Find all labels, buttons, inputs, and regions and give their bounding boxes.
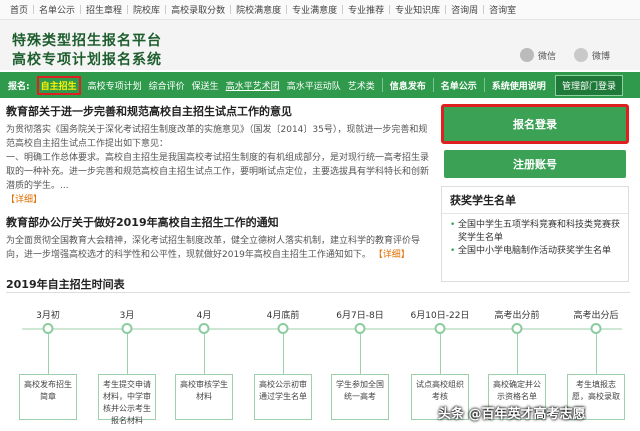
timeline-stem (517, 334, 518, 374)
news-title[interactable]: 教育部办公厅关于做好2019年高校自主招生工作的通知 (6, 215, 430, 231)
timeline-title: 2019年自主招生时间表 (6, 278, 125, 291)
timeline-dot (198, 323, 210, 334)
topnav-item[interactable]: 咨询周 (451, 3, 478, 16)
topnav-item[interactable]: 院校库 (133, 3, 160, 16)
timeline-step: 高校审核学生材料 (175, 374, 233, 420)
timeline-date: 3月 (119, 311, 135, 321)
timeline-date: 高考出分前 (494, 311, 540, 321)
nav-item-help[interactable]: 系统使用说明 (492, 79, 546, 92)
weixin-icon (520, 48, 534, 62)
timeline-date: 4月底前 (266, 311, 300, 321)
weixin-label: 微信 (538, 51, 557, 62)
news-more-link[interactable]: 【详细】 (6, 195, 42, 205)
timeline-dot (42, 323, 54, 334)
topnav-item[interactable]: 院校满意度 (236, 3, 281, 16)
timeline-stem (127, 334, 128, 374)
timeline-stem (283, 334, 284, 374)
top-nav: 首页 名单公示 招生章程 院校库 高校录取分数 院校满意度 专业满意度 专业推荐… (0, 0, 640, 20)
nav-item-info[interactable]: 信息发布 (390, 79, 426, 92)
timeline-dot (590, 323, 602, 334)
topnav-item[interactable]: 高校录取分数 (171, 3, 225, 16)
nav-label: 报名: (8, 81, 30, 92)
timeline-stem (440, 334, 441, 374)
weibo-label: 微博 (592, 51, 611, 62)
timeline-axis (22, 328, 622, 330)
nav-item-list[interactable]: 名单公示 (441, 79, 477, 92)
news-column: 教育部关于进一步完善和规范高校自主招生试点工作的意见 为贯彻落实《国务院关于深化… (6, 104, 430, 262)
timeline-step: 高校公示初审通过学生名单 (254, 374, 312, 420)
timeline-step: 学生参加全国统一高考 (331, 374, 389, 420)
news-more-link[interactable]: 【详细】 (374, 250, 410, 260)
timeline-stem (48, 334, 49, 374)
timeline-dot (434, 323, 446, 334)
timeline-stem (360, 334, 361, 374)
timeline-stem (204, 334, 205, 374)
topnav-item[interactable]: 专业满意度 (292, 3, 337, 16)
news-paragraph: 一、明确工作总体要求。高校自主招生是我国高校考试招生制度的有机组成部分，是对现行… (6, 153, 430, 191)
topnav-item[interactable]: 专业推荐 (348, 3, 384, 16)
nav-item[interactable]: 艺术类 (348, 79, 375, 92)
news-summary: 为全面贯彻全国教育大会精神，深化考试招生制度改革，健全立德树人落实机制，建立科学… (6, 234, 430, 262)
nav-item[interactable]: 保送生 (192, 79, 219, 92)
nav-item[interactable]: 高校专项计划 (88, 79, 142, 92)
news-paragraph: 为贯彻落实《国务院关于深化考试招生制度改革的实施意见》（国发〔2014〕35号）… (6, 125, 428, 149)
topnav-item[interactable]: 名单公示 (39, 3, 75, 16)
nav-item[interactable]: 高水平运动队 (287, 79, 341, 92)
winners-list-item[interactable]: 全国中学生五项学科竞赛和科技类竞赛获奖学生名单 (450, 219, 620, 245)
register-login-button[interactable]: 报名登录 (441, 104, 629, 144)
nav-item[interactable]: 综合评价 (149, 79, 185, 92)
winners-list-item[interactable]: 全国中小学电脑制作活动获奖学生名单 (450, 245, 620, 258)
weixin-link[interactable]: 微信 (520, 48, 556, 62)
main-nav: 报名: 自主招生 高校专项计划 综合评价 保送生 高水平艺术团 高水平运动队 艺… (0, 72, 640, 98)
topnav-item[interactable]: 咨询室 (489, 3, 516, 16)
news-summary: 为贯彻落实《国务院关于深化考试招生制度改革的实施意见》（国发〔2014〕35号）… (6, 123, 430, 207)
admin-login-button[interactable]: 管理部门登录 (554, 75, 623, 96)
timeline-date: 6月7日-8日 (336, 311, 384, 321)
timeline-step: 高校发布招生简章 (19, 374, 77, 420)
timeline-dot (277, 323, 289, 334)
winners-panel: 获奖学生名单 全国中学生五项学科竞赛和科技类竞赛获奖学生名单 全国中小学电脑制作… (441, 186, 629, 282)
timeline-dot (511, 323, 523, 334)
timeline-date: 3月初 (36, 311, 60, 321)
nav-item-zizhu[interactable]: 自主招生 (36, 75, 81, 95)
timeline-date: 6月10日-22日 (410, 311, 470, 321)
site-title-line1: 特殊类型招生报名平台 (12, 33, 162, 49)
timeline-stem (596, 334, 597, 374)
weibo-link[interactable]: 微博 (574, 48, 610, 62)
site-header: 特殊类型招生报名平台 高校专项计划报名系统 微信 微博 (0, 20, 640, 70)
timeline-date: 高考出分后 (573, 311, 619, 321)
topnav-item[interactable]: 专业知识库 (395, 3, 440, 16)
topnav-item[interactable]: 首页 (10, 3, 28, 16)
timeline-dot (354, 323, 366, 334)
winners-title: 获奖学生名单 (442, 187, 628, 214)
topnav-item[interactable]: 招生章程 (86, 3, 122, 16)
timeline-step: 考生提交申请材料，中学审核并公示考生报名材料 (98, 374, 156, 425)
site-title-line2: 高校专项计划报名系统 (12, 52, 162, 68)
create-account-button[interactable]: 注册账号 (444, 150, 626, 178)
weibo-icon (574, 48, 588, 62)
news-title[interactable]: 教育部关于进一步完善和规范高校自主招生试点工作的意见 (6, 104, 430, 120)
watermark: 头条 @百年英才高考志愿 (438, 407, 586, 422)
timeline-divider (6, 292, 630, 293)
timeline-dot (121, 323, 133, 334)
timeline-date: 4月 (196, 311, 212, 321)
news-paragraph: 为全面贯彻全国教育大会精神，深化考试招生制度改革，健全立德树人落实机制，建立科学… (6, 236, 421, 260)
nav-item[interactable]: 高水平艺术团 (226, 79, 280, 92)
